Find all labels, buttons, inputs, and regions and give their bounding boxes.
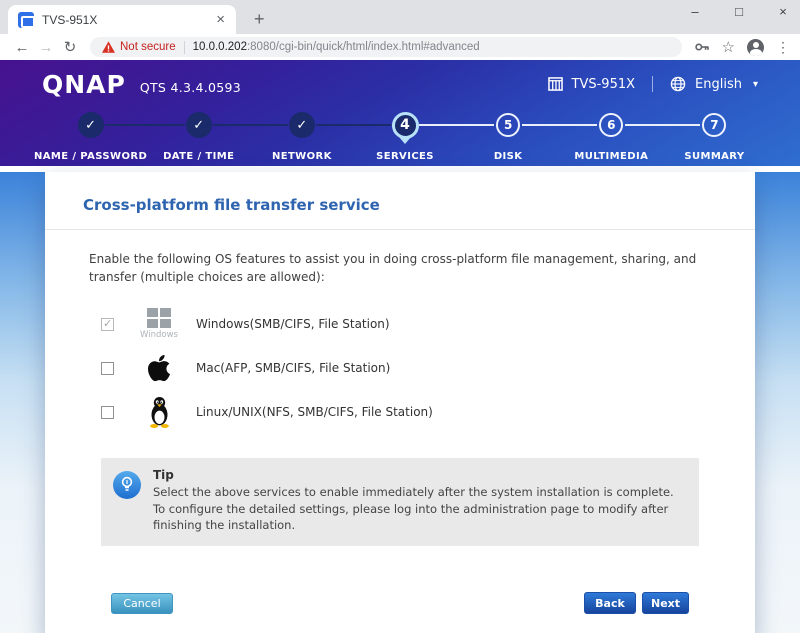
omnibox-divider: [183, 40, 185, 54]
chevron-down-icon[interactable]: ▾: [753, 79, 758, 90]
tip-title: Tip: [153, 468, 174, 482]
language-selector[interactable]: English: [695, 77, 742, 92]
step-complete-check-icon: ✓: [77, 112, 104, 138]
windows-caption: Windows: [140, 330, 178, 340]
linux-checkbox[interactable]: [101, 405, 114, 419]
profile-avatar[interactable]: [747, 38, 764, 56]
page-background: Cross-platform file transfer service Ena…: [0, 172, 800, 633]
qnap-logo: QNAP: [42, 69, 126, 99]
active-step-marker: 4: [391, 111, 419, 139]
browser-toolbar: ← → ↻ Not secure 10.0.0.202 :8080/cgi-bi…: [0, 34, 800, 60]
window-close-button[interactable]: ×: [776, 4, 790, 19]
wizard-step-multimedia: 6 MULTIMEDIA: [559, 108, 663, 162]
browser-tab[interactable]: TVS-951X ×: [8, 5, 236, 34]
linux-tux-icon: [149, 397, 169, 428]
wizard-step-summary: 7 SUMMARY: [662, 108, 766, 162]
setup-wizard-steps: ✓ NAME / PASSWORD ✓ DATE / TIME ✓ NETWOR…: [0, 108, 800, 162]
forward-button: →: [38, 38, 54, 56]
windows-option-label: Windows(SMB/CIFS, File Station): [196, 317, 390, 331]
qts-version: QTS 4.3.4.0593: [139, 79, 242, 95]
window-minimize-button[interactable]: –: [688, 4, 702, 19]
windows-checkbox[interactable]: [101, 317, 114, 331]
url-host: 10.0.0.202: [192, 41, 247, 53]
services-description: Enable the following OS features to assi…: [89, 252, 697, 284]
tab-title: TVS-951X: [42, 12, 98, 27]
linux-option-label: Linux/UNIX(NFS, SMB/CIFS, File Station): [196, 405, 433, 419]
lightbulb-icon: [113, 471, 141, 499]
tab-close-icon[interactable]: ×: [213, 11, 228, 28]
window-maximize-button[interactable]: □: [732, 4, 746, 19]
globe-icon: [670, 76, 686, 92]
wizard-step-name-password: ✓ NAME / PASSWORD: [34, 108, 148, 162]
browser-tab-strip: TVS-951X × + – □ ×: [0, 0, 800, 34]
apple-logo-icon: [147, 354, 171, 382]
os-option-linux: Linux/UNIX(NFS, SMB/CIFS, File Station): [101, 392, 715, 432]
reload-button[interactable]: ↻: [58, 38, 82, 56]
mac-checkbox[interactable]: [101, 361, 114, 375]
next-step-button[interactable]: Next: [642, 592, 689, 615]
wizard-step-services-active: 4 SERVICES: [353, 108, 457, 162]
back-button[interactable]: ←: [10, 39, 34, 56]
step-complete-check-icon: ✓: [185, 112, 212, 138]
cancel-button[interactable]: Cancel: [111, 592, 173, 614]
address-bar[interactable]: Not secure 10.0.0.202 :8080/cgi-bin/quic…: [90, 37, 682, 57]
windows-logo-icon: [147, 308, 171, 328]
mac-option-label: Mac(AFP, SMB/CIFS, File Station): [196, 361, 391, 375]
wizard-step-date-time: ✓ DATE / TIME: [147, 108, 251, 162]
wizard-step-network: ✓ NETWORK: [250, 108, 354, 162]
wizard-step-disk: 5 DISK: [456, 108, 560, 162]
new-tab-button[interactable]: +: [248, 9, 271, 34]
browser-menu-icon[interactable]: ⋮: [776, 39, 790, 56]
services-card: Cross-platform file transfer service Ena…: [45, 172, 755, 633]
tip-box: Tip Select the above services to enable …: [101, 458, 699, 547]
os-option-mac: Mac(AFP, SMB/CIFS, File Station): [101, 348, 715, 388]
url-path: :8080/cgi-bin/quick/html/index.html#adva…: [246, 41, 480, 53]
qnap-hero-banner: QNAP QTS 4.3.4.0593 TVS-951X English ▾ ✓…: [0, 60, 800, 166]
device-name: TVS-951X: [571, 76, 636, 92]
qnap-favicon-icon: [18, 11, 35, 28]
bookmark-star-icon[interactable]: ☆: [722, 38, 735, 56]
header-divider: [652, 76, 654, 92]
back-step-button[interactable]: Back: [584, 592, 636, 615]
os-option-windows: Windows Windows(SMB/CIFS, File Station): [101, 304, 715, 344]
password-key-icon[interactable]: [694, 39, 710, 55]
step-complete-check-icon: ✓: [288, 112, 315, 138]
page-title: Cross-platform file transfer service: [83, 196, 380, 214]
not-secure-label: Not secure: [120, 41, 176, 53]
tip-text: Select the above services to enable imme…: [153, 485, 674, 533]
os-options-list: Windows Windows(SMB/CIFS, File Station) …: [101, 304, 715, 432]
not-secure-warning-icon: [102, 41, 115, 53]
nas-device-icon: [547, 77, 563, 91]
